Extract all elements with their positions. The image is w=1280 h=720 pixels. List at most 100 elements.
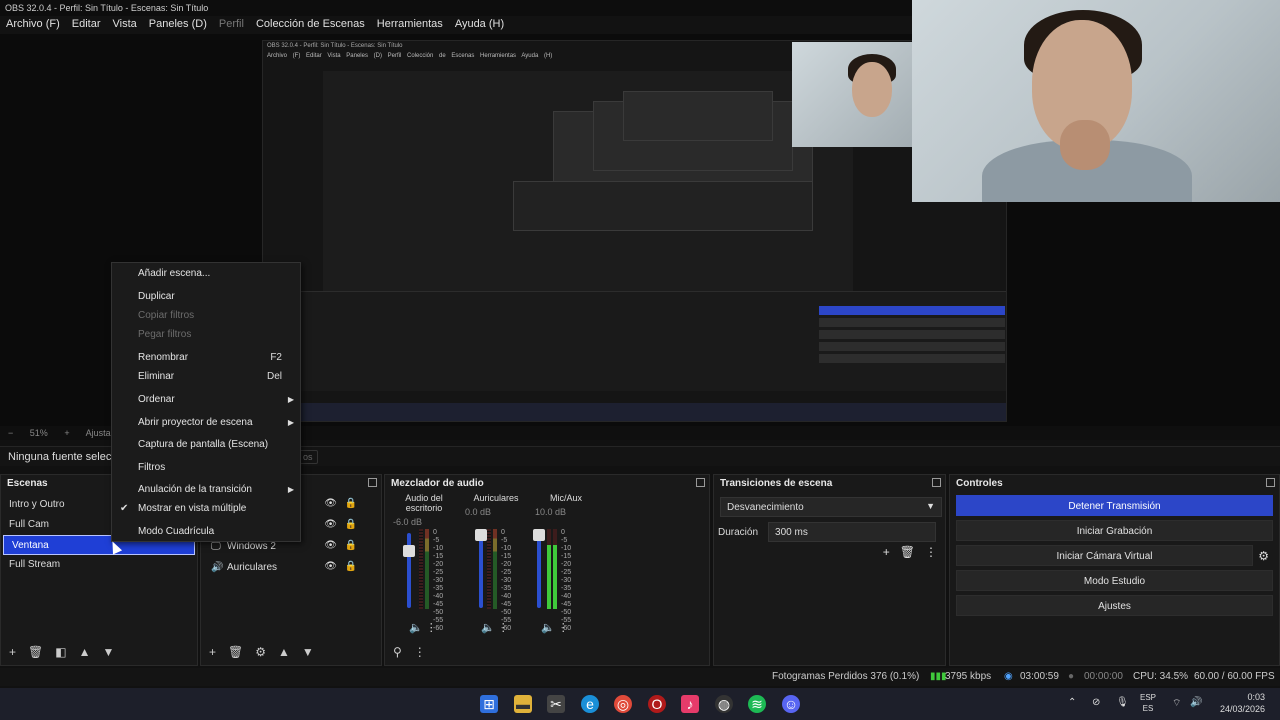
fader-knob[interactable] bbox=[403, 545, 415, 557]
discord-icon[interactable]: ☺ bbox=[782, 695, 800, 713]
transition-menu-icon[interactable]: ⋮ bbox=[925, 545, 937, 559]
undock-icon[interactable] bbox=[368, 478, 377, 487]
microphone-icon[interactable]: 🎙 bbox=[1116, 697, 1129, 708]
menu-transition-override[interactable]: Anulación de la transición bbox=[138, 484, 252, 495]
scene-context-menu: Añadir escena... Duplicar Copiar filtros… bbox=[111, 262, 301, 542]
menu-ayuda[interactable]: Ayuda (H) bbox=[455, 16, 516, 34]
tray-chevron-up-icon[interactable]: ⌃ bbox=[1068, 697, 1076, 708]
menu-add-scene[interactable]: Añadir escena... bbox=[138, 268, 210, 279]
start-virtual-camera-button[interactable]: Iniciar Cámara Virtual bbox=[956, 545, 1253, 566]
transitions-dock: Transiciones de escena Desvanecimiento ▼… bbox=[713, 474, 946, 666]
move-up-icon[interactable]: ▲ bbox=[278, 645, 290, 659]
move-down-icon[interactable]: ▼ bbox=[302, 645, 314, 659]
zoom-plus-button[interactable]: + bbox=[64, 428, 69, 438]
visibility-eye-icon[interactable]: 👁 bbox=[324, 519, 337, 530]
undock-icon[interactable] bbox=[1266, 478, 1275, 487]
add-source-icon[interactable]: + bbox=[209, 645, 216, 659]
undock-icon[interactable] bbox=[932, 478, 941, 487]
studio-mode-button[interactable]: Modo Estudio bbox=[956, 570, 1273, 591]
menu-screenshot-scene[interactable]: Captura de pantalla (Escena) bbox=[138, 439, 268, 450]
menu-copy-filters[interactable]: Copiar filtros bbox=[138, 310, 194, 321]
level-meter bbox=[419, 529, 423, 609]
lock-icon[interactable]: 🔒 bbox=[345, 540, 357, 551]
menu-herramientas[interactable]: Herramientas bbox=[377, 16, 455, 34]
network-icon[interactable]: ⊘ bbox=[1092, 697, 1100, 708]
menu-filters[interactable]: Filtros bbox=[138, 462, 165, 473]
menu-coleccion-escenas[interactable]: Colección de Escenas bbox=[256, 16, 377, 34]
menu-duplicate[interactable]: Duplicar bbox=[138, 291, 175, 302]
move-up-icon[interactable]: ▲ bbox=[79, 645, 91, 659]
zoom-minus-button[interactable]: − bbox=[8, 428, 13, 438]
mixer-menu-icon[interactable]: ⋮ bbox=[414, 645, 426, 659]
scene-filters-icon[interactable]: ◧ bbox=[55, 645, 66, 659]
edge-icon[interactable]: e bbox=[581, 695, 599, 713]
menu-delete[interactable]: Eliminar bbox=[138, 371, 174, 382]
clock[interactable]: 0:03 24/03/2026 bbox=[1215, 691, 1265, 715]
duration-spinbox[interactable]: 300 ms bbox=[768, 522, 937, 542]
source-item[interactable]: 🔊 Auriculares 👁 🔒 bbox=[201, 558, 381, 579]
stop-streaming-button[interactable]: Detener Transmisión bbox=[956, 495, 1273, 516]
nested-menubar: Archivo (F) Editar Vista Paneles (D) Per… bbox=[267, 53, 553, 59]
menu-archivo[interactable]: Archivo (F) bbox=[6, 16, 72, 34]
mixer-header: Mezclador de audio bbox=[385, 475, 709, 491]
mixer-channel-mic: Mic/Aux 10.0 dB 🔈 ⋮ 0 -5 -10 -15 -20 -25 -30 -3… bbox=[531, 493, 601, 643]
menu-paste-filters[interactable]: Pegar filtros bbox=[138, 329, 191, 340]
undock-icon[interactable] bbox=[696, 478, 705, 487]
opera-icon[interactable]: O bbox=[648, 695, 666, 713]
remove-transition-icon[interactable]: 🗑 bbox=[900, 545, 915, 559]
add-scene-icon[interactable]: + bbox=[9, 645, 16, 659]
nested-taskbar bbox=[263, 403, 1006, 421]
transition-select[interactable]: Desvanecimiento ▼ bbox=[720, 497, 942, 517]
menu-vista[interactable]: Vista bbox=[113, 16, 149, 34]
tiktok-icon[interactable]: ♪ bbox=[681, 695, 699, 713]
chevron-down-icon: ▼ bbox=[926, 501, 935, 511]
remove-scene-icon[interactable]: 🗑 bbox=[28, 645, 43, 659]
menu-open-scene-projector[interactable]: Abrir proyector de escena bbox=[138, 417, 253, 428]
volume-fader[interactable] bbox=[403, 533, 415, 608]
stream-icon: ◉ bbox=[1004, 671, 1013, 682]
webcam-small-overlay bbox=[792, 42, 912, 147]
obs-icon[interactable]: ◍ bbox=[715, 695, 733, 713]
snipping-tool-icon[interactable]: ✂ bbox=[547, 695, 565, 713]
scene-item[interactable]: Full Stream bbox=[1, 555, 197, 575]
menu-show-in-multiview[interactable]: Mostrar en vista múltiple bbox=[138, 503, 246, 514]
language-indicator[interactable]: ESP ES bbox=[1140, 692, 1156, 714]
lock-icon[interactable]: 🔒 bbox=[345, 561, 357, 572]
chrome-icon[interactable]: ◎ bbox=[614, 695, 632, 713]
settings-button[interactable]: Ajustes bbox=[956, 595, 1273, 616]
source-properties-gear-icon[interactable]: ⚙ bbox=[255, 645, 266, 659]
visibility-eye-icon[interactable]: 👁 bbox=[324, 561, 337, 572]
visibility-eye-icon[interactable]: 👁 bbox=[324, 540, 337, 551]
mixer-link-icon[interactable]: ⚲ bbox=[393, 645, 402, 659]
menu-order[interactable]: Ordenar bbox=[138, 394, 175, 405]
volume-fader[interactable] bbox=[533, 529, 545, 608]
lock-icon[interactable]: 🔒 bbox=[345, 498, 357, 509]
visibility-eye-icon[interactable]: 👁 bbox=[324, 498, 337, 509]
windows-start-icon[interactable]: ⊞ bbox=[480, 695, 498, 713]
level-meter bbox=[493, 529, 497, 609]
virtual-camera-gear-icon[interactable]: ⚙ bbox=[1258, 549, 1269, 563]
remove-source-icon[interactable]: 🗑 bbox=[228, 645, 243, 659]
menu-rename[interactable]: Renombrar bbox=[138, 352, 188, 363]
fader-knob[interactable] bbox=[533, 529, 545, 541]
volume-fader[interactable] bbox=[475, 529, 487, 608]
menu-editar[interactable]: Editar bbox=[72, 16, 113, 34]
submenu-arrow-icon: ▶ bbox=[287, 485, 294, 494]
nested-docks bbox=[263, 291, 1006, 391]
spotify-icon[interactable]: ≋ bbox=[748, 695, 766, 713]
menu-paneles[interactable]: Paneles (D) bbox=[149, 16, 219, 34]
lock-icon[interactable]: 🔒 bbox=[345, 519, 357, 530]
menu-perfil[interactable]: Perfil bbox=[219, 16, 256, 34]
volume-icon[interactable]: 🔊 bbox=[1190, 697, 1202, 708]
move-down-icon[interactable]: ▼ bbox=[102, 645, 114, 659]
level-meter bbox=[487, 529, 491, 609]
level-meter bbox=[553, 529, 557, 609]
add-transition-icon[interactable]: + bbox=[883, 545, 890, 559]
file-explorer-icon[interactable]: ▬ bbox=[514, 695, 532, 713]
controls-dock: Controles Detener Transmisión Iniciar Gr… bbox=[949, 474, 1280, 666]
fader-knob[interactable] bbox=[475, 529, 487, 541]
meter-scale: 0 -5 -10 -15 -20 -25 -30 -35 -40 -45 -50 -55 -60 bbox=[501, 529, 512, 632]
wifi-icon[interactable]: ⌔ bbox=[1172, 697, 1181, 710]
menu-grid-mode[interactable]: Modo Cuadrícula bbox=[138, 526, 214, 537]
start-recording-button[interactable]: Iniciar Grabación bbox=[956, 520, 1273, 541]
